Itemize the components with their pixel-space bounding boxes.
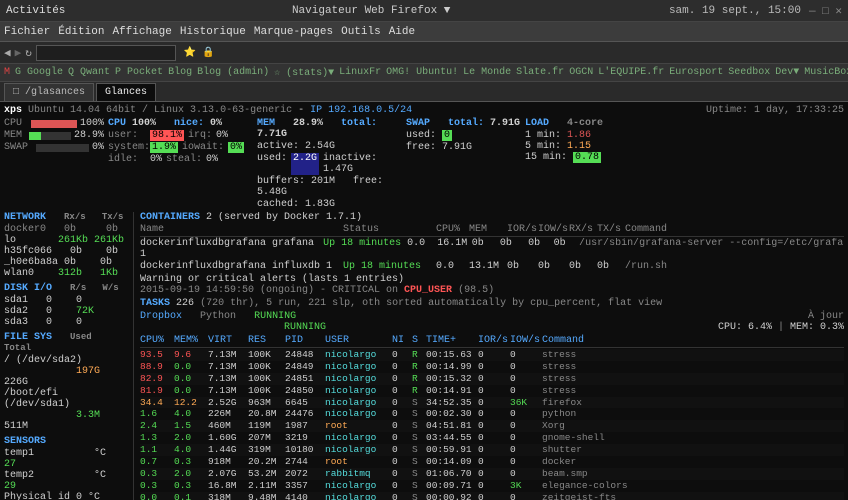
- bookmark-stats[interactable]: ☆ (stats)▼: [274, 67, 334, 79]
- load-detail: LOAD 4-core 1 min: 1.86 5 min: 1.15 15 m…: [525, 118, 605, 210]
- bookmark-gmail[interactable]: M: [4, 67, 10, 78]
- tab-glances-inactive[interactable]: □ /glasances: [4, 83, 94, 101]
- bookmark-eurosport[interactable]: Eurosport: [669, 67, 723, 78]
- forward-button[interactable]: ▶: [15, 46, 22, 60]
- process-row: 0.32.02.07G53.2M2072rabbitmq0S01:06.7000…: [140, 468, 844, 480]
- process-row: 82.90.07.13M100K24851nicolargo0R00:15.32…: [140, 373, 844, 385]
- window-title: Navigateur Web Firefox ▼: [73, 5, 669, 17]
- process-row: 0.70.3918M20.2M2744root0S00:14.0900docke…: [140, 456, 844, 468]
- system-header: xps Ubuntu 14.04 64bit / Linux 3.13.0-63…: [4, 105, 844, 116]
- url-bar[interactable]: 0.0.0.0:61208: [36, 45, 176, 61]
- disk-section: DISK I/O R/s W/s sda1 0 0 sda2 0 72K sda…: [4, 283, 129, 328]
- process-row: 34.412.22.52G963M6645nicolargo0S34:52.35…: [140, 397, 844, 409]
- process-row: 2.41.5460M119M1987root0S04:51.8100Xorg: [140, 420, 844, 432]
- menu-affichage[interactable]: Affichage: [112, 26, 171, 38]
- bookmark-omg[interactable]: OMG! Ubuntu!: [386, 67, 458, 78]
- bookmark-musicbox[interactable]: MusicBox: [804, 67, 848, 78]
- bookmark-lequipe[interactable]: L'EQUIPE.fr: [598, 67, 664, 78]
- process-row: 93.59.67.13M100K24848nicolargo0R00:15.63…: [140, 349, 844, 361]
- process-row: 1.32.01.60G207M3219nicolargo0S03:44.5500…: [140, 432, 844, 444]
- back-button[interactable]: ◀: [4, 46, 11, 60]
- bookmark-qwant[interactable]: Q Qwant: [68, 67, 110, 78]
- body-layout: NETWORK Rx/s Tx/s docker0 0b 0b lo 261Kb…: [4, 212, 844, 500]
- process-header: CPU% MEM% VIRT RES PID USER NI S TIME+ I…: [140, 335, 844, 348]
- mem-detail: MEM 28.9% total: 7.71G active: 2.54G use…: [257, 118, 402, 210]
- bookmark-slate[interactable]: Slate.fr: [516, 67, 564, 78]
- swap-detail: SWAP total: 7.91G used: 0 free: 7.91G: [406, 118, 521, 210]
- bookmark-lemonde[interactable]: Le Monde: [463, 67, 511, 78]
- addressbar: ◀ ▶ ↻ 0.0.0.0:61208 ⭐ 🔒: [0, 42, 848, 64]
- menu-aide[interactable]: Aide: [389, 26, 415, 38]
- filesystem-section: FILE SYS Used Total / (/dev/sda2) 197G 2…: [4, 332, 129, 432]
- main-content: xps Ubuntu 14.04 64bit / Linux 3.13.0-63…: [0, 102, 848, 500]
- sensors-section: SENSORS temp1 °C 27 temp2 °C 29 Physical…: [4, 436, 129, 500]
- menu-historique[interactable]: Historique: [180, 26, 246, 38]
- menu-edition[interactable]: Édition: [58, 26, 104, 38]
- process-row: 81.90.07.13M100K24850nicolargo0R00:14.91…: [140, 385, 844, 397]
- menu-outils[interactable]: Outils: [341, 26, 381, 38]
- clock: sam. 19 sept., 15:00: [669, 5, 801, 17]
- menu-marque-pages[interactable]: Marque-pages: [254, 26, 333, 38]
- process-row: 1.14.01.44G319M10180nicolargo0S00:59.910…: [140, 444, 844, 456]
- bookmark-ogcn[interactable]: OGCN: [569, 67, 593, 78]
- bookmark-blog[interactable]: Blog: [168, 67, 192, 78]
- cpu-detail: CPU 100% nice: 0% user: 98.1% irq: 0% sy…: [108, 118, 253, 210]
- bookmark-google[interactable]: G Google: [15, 67, 63, 78]
- right-panel: CONTAINERS 2 (served by Docker 1.7.1) Na…: [140, 212, 844, 500]
- process-row: 1.64.0226M20.8M24476nicolargo0S00:02.300…: [140, 408, 844, 420]
- bookmark-blog-admin[interactable]: Blog (admin): [197, 67, 269, 78]
- tasks-section: TASKS 226 (720 thr), 5 run, 221 slp, oth…: [140, 298, 844, 309]
- tabs: □ /glasances Glances: [0, 82, 848, 102]
- process-row: 0.00.1318M9.48M4140nicolargo0S00:00.9200…: [140, 492, 844, 500]
- metrics-row: CPU 100% MEM 28.9% SWAP 0%: [4, 118, 844, 210]
- activities-button[interactable]: Activités: [6, 5, 65, 17]
- bookmark-linuxfr[interactable]: LinuxFr: [339, 67, 381, 78]
- menu-fichier[interactable]: Fichier: [4, 26, 50, 38]
- bookmark-dev[interactable]: Dev▼: [775, 67, 799, 78]
- titlebar: Activités Navigateur Web Firefox ▼ sam. …: [0, 0, 848, 22]
- left-panel: NETWORK Rx/s Tx/s docker0 0b 0b lo 261Kb…: [4, 212, 134, 500]
- left-bars: CPU 100% MEM 28.9% SWAP 0%: [4, 118, 104, 210]
- bookmark-pocket[interactable]: P Pocket: [115, 67, 163, 78]
- network-section: NETWORK Rx/s Tx/s docker0 0b 0b lo 261Kb…: [4, 212, 129, 279]
- window-controls[interactable]: — □ ✕: [809, 4, 842, 18]
- process-row: 0.30.316.8M2.11M3357nicolargo0S00:09.710…: [140, 480, 844, 492]
- app-info-line: Dropbox Python RUNNING RUNNING À jour CP…: [140, 311, 844, 333]
- menubar: Fichier Édition Affichage Historique Mar…: [0, 22, 848, 42]
- bookmarks-bar: M G Google Q Qwant P Pocket Blog Blog (a…: [0, 64, 848, 82]
- alert-section: Warning or critical alerts (lasts 1 entr…: [140, 274, 844, 296]
- process-list: 93.59.67.13M100K24848nicolargo0R00:15.63…: [140, 349, 844, 500]
- tab-glances-active[interactable]: Glances: [96, 83, 156, 101]
- process-row: 88.90.07.13M100K24849nicolargo0R00:14.99…: [140, 361, 844, 373]
- containers-section: CONTAINERS 2 (served by Docker 1.7.1) Na…: [140, 212, 844, 272]
- reload-button[interactable]: ↻: [25, 46, 32, 60]
- bookmark-seedbox[interactable]: Seedbox: [728, 67, 770, 78]
